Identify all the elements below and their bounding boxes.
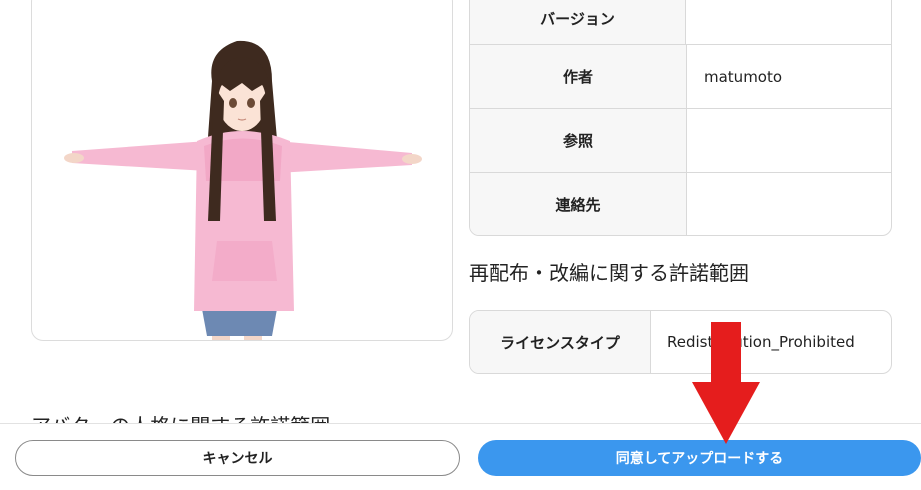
author-label: 作者 [470,45,687,108]
avatar-preview [31,0,453,341]
agree-upload-button[interactable]: 同意してアップロードする [478,440,921,476]
table-row: バージョン [470,0,891,44]
avatar-image [64,40,422,340]
reference-label: 参照 [470,109,687,172]
contact-label: 連絡先 [470,173,687,235]
version-label: バージョン [470,0,686,44]
cancel-button[interactable]: キャンセル [15,440,460,476]
action-footer: キャンセル 同意してアップロードする [0,423,921,490]
license-table: ライセンスタイプ Redistribution_Prohibited [469,310,892,374]
annotation-arrow-icon [692,322,760,444]
redistribution-section-title: 再配布・改編に関する許諾範囲 [469,261,749,285]
table-row: 参照 [470,108,891,172]
table-row: 連絡先 [470,172,891,235]
model-info-table: バージョン 作者 matumoto 参照 連絡先 [469,0,892,236]
license-type-label: ライセンスタイプ [470,311,651,373]
author-value: matumoto [704,67,783,86]
table-row: 作者 matumoto [470,44,891,108]
